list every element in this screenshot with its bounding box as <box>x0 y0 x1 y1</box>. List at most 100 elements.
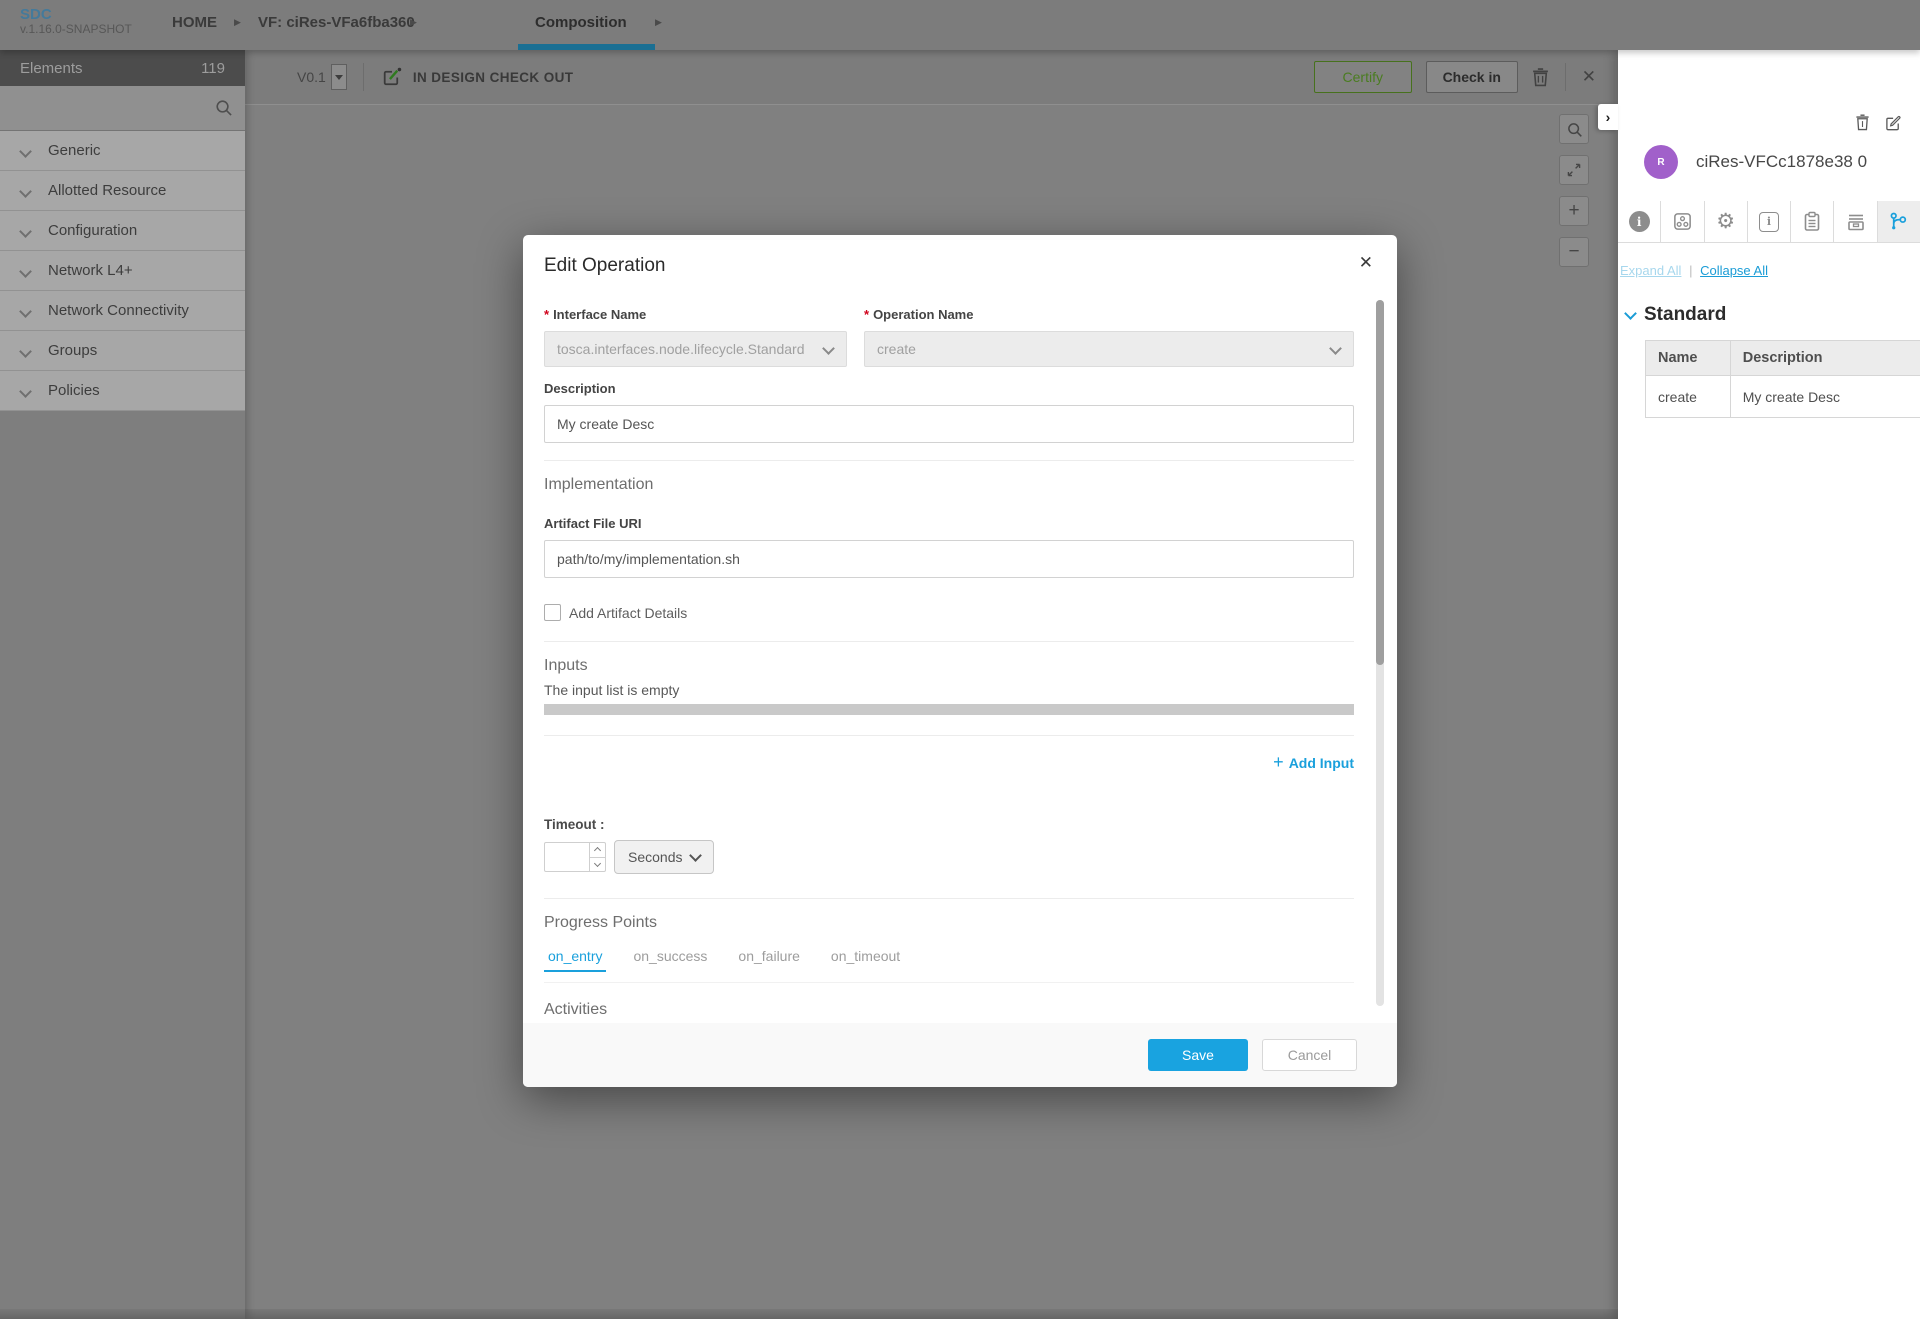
checkbox-unchecked-icon[interactable] <box>544 604 561 621</box>
tab-artifacts[interactable] <box>1834 201 1877 242</box>
panel-collapse-button[interactable]: › <box>1598 104 1618 130</box>
modal-footer: Save Cancel <box>523 1023 1397 1087</box>
active-tab-underline <box>518 44 655 50</box>
canvas-search-button[interactable] <box>1559 114 1589 144</box>
clipboard-icon <box>1802 211 1822 232</box>
gear-icon: ⚙ <box>1716 211 1735 232</box>
fit-to-screen-button[interactable] <box>1559 155 1589 185</box>
table-row[interactable]: create My create Desc <box>1646 376 1920 417</box>
tab-operations[interactable] <box>1878 201 1920 242</box>
breadcrumb-vf[interactable]: VF: ciRes-VFa6fba360 <box>258 14 415 31</box>
delete-icon[interactable] <box>1532 68 1549 87</box>
label-text: Interface Name <box>553 307 646 322</box>
logo-version: v.1.16.0-SNAPSHOT <box>20 23 132 37</box>
sidebar-item-policies[interactable]: Policies <box>0 371 245 411</box>
check-in-button[interactable]: Check in <box>1426 61 1518 93</box>
component-title: ciRes-VFCc1878e38 0 <box>1696 152 1867 172</box>
search-icon <box>214 98 233 122</box>
breadcrumb-arrow-icon: ▶ <box>410 17 417 28</box>
divider <box>544 460 1354 461</box>
checkbox-label: Add Artifact Details <box>569 605 687 621</box>
elements-count-badge: 119 <box>201 60 225 77</box>
chevron-down-icon <box>19 305 32 318</box>
zoom-in-button[interactable]: + <box>1559 196 1589 226</box>
progress-points-title: Progress Points <box>544 914 1354 932</box>
collapse-all-link[interactable]: Collapse All <box>1700 263 1768 278</box>
horizontal-scrollbar[interactable] <box>544 704 1354 715</box>
description-input[interactable] <box>544 405 1354 443</box>
modal-title: Edit Operation <box>544 255 665 276</box>
toolbar-divider <box>363 63 364 91</box>
sidebar-item-network-connectivity[interactable]: Network Connectivity <box>0 291 245 331</box>
close-composition-icon[interactable]: ✕ <box>1582 67 1596 87</box>
timeout-unit-dropdown[interactable]: Seconds <box>614 840 714 874</box>
progress-point-tabs: on_entry on_success on_failure on_timeou… <box>544 948 1354 972</box>
tab-requirements[interactable] <box>1791 201 1834 242</box>
logo-title: SDC <box>20 6 132 23</box>
sidebar-item-allotted-resource[interactable]: Allotted Resource <box>0 171 245 211</box>
number-spinner <box>589 843 605 871</box>
tab-settings[interactable]: ⚙ <box>1705 201 1748 242</box>
interface-name-value: tosca.interfaces.node.lifecycle.Standard <box>557 341 804 357</box>
canvas-toolbar: V0.1 IN DESIGN CHECK OUT Certify Check i… <box>245 50 1618 105</box>
table-header-row: Name Description <box>1646 341 1920 376</box>
add-artifact-details-checkbox-row[interactable]: Add Artifact Details <box>544 604 1354 621</box>
divider <box>544 982 1354 983</box>
edit-operation-modal: Edit Operation ✕ * Interface Name tosca.i… <box>523 235 1397 1087</box>
sidebar-item-configuration[interactable]: Configuration <box>0 211 245 251</box>
category-label: Groups <box>48 342 97 359</box>
expand-all-link[interactable]: Expand All <box>1620 263 1681 278</box>
spinner-up-button[interactable] <box>590 843 605 858</box>
avatar-letter: R <box>1657 157 1664 168</box>
operation-name-select: create <box>864 331 1354 367</box>
certify-button[interactable]: Certify <box>1314 61 1412 93</box>
chevron-down-icon <box>822 342 835 355</box>
column-header-description: Description <box>1731 341 1920 376</box>
zoom-out-button[interactable]: − <box>1559 237 1589 267</box>
workflow-icon <box>1888 211 1909 232</box>
category-label: Policies <box>48 382 100 399</box>
timeout-label: Timeout : <box>544 817 1354 832</box>
breadcrumb-composition[interactable]: Composition <box>535 14 627 31</box>
info-filled-icon: i <box>1629 211 1650 232</box>
required-marker: * <box>544 307 549 322</box>
tab-on-success[interactable]: on_success <box>629 948 711 972</box>
cancel-button[interactable]: Cancel <box>1262 1039 1357 1071</box>
tab-details[interactable]: i <box>1748 201 1791 242</box>
label-text: Operation Name <box>873 307 973 322</box>
breadcrumb-home[interactable]: HOME <box>172 14 217 31</box>
interface-section-header[interactable]: Standard <box>1618 278 1920 326</box>
modal-scrollbar-track[interactable] <box>1376 300 1384 1006</box>
column-header-name: Name <box>1646 341 1731 376</box>
add-input-button[interactable]: + Add Input <box>544 752 1354 773</box>
timeout-number-input[interactable] <box>544 842 606 872</box>
sidebar-item-groups[interactable]: Groups <box>0 331 245 371</box>
tab-composition[interactable] <box>1661 201 1704 242</box>
divider <box>544 898 1354 899</box>
chevron-up-icon <box>594 847 601 854</box>
operation-name-cell: create <box>1646 376 1731 417</box>
interface-name-select: tosca.interfaces.node.lifecycle.Standard <box>544 331 847 367</box>
sidebar-item-generic[interactable]: Generic <box>0 131 245 171</box>
delete-component-icon[interactable] <box>1855 114 1870 131</box>
artifact-uri-label: Artifact File URI <box>544 516 1354 531</box>
version-dropdown-button[interactable] <box>331 64 347 90</box>
breadcrumb-arrow-icon: ▶ <box>655 17 662 28</box>
tab-on-timeout[interactable]: on_timeout <box>827 948 904 972</box>
tab-on-entry[interactable]: on_entry <box>544 948 606 972</box>
tab-on-failure[interactable]: on_failure <box>734 948 804 972</box>
zoom-in-icon: + <box>1568 200 1579 222</box>
elements-search-input[interactable] <box>0 86 245 130</box>
edit-component-icon[interactable] <box>1885 114 1902 131</box>
timeout-unit-value: Seconds <box>628 849 682 865</box>
sidebar-item-network-l4[interactable]: Network L4+ <box>0 251 245 291</box>
save-button[interactable]: Save <box>1148 1039 1248 1071</box>
lifecycle-status-label: IN DESIGN CHECK OUT <box>413 70 574 85</box>
tab-information[interactable]: i <box>1618 201 1661 242</box>
close-icon[interactable]: ✕ <box>1359 253 1373 273</box>
artifact-uri-input[interactable] <box>544 540 1354 578</box>
modal-scrollbar-thumb[interactable] <box>1376 300 1384 665</box>
search-icon <box>1566 121 1583 138</box>
elements-title: Elements <box>20 60 83 77</box>
spinner-down-button[interactable] <box>590 858 605 872</box>
